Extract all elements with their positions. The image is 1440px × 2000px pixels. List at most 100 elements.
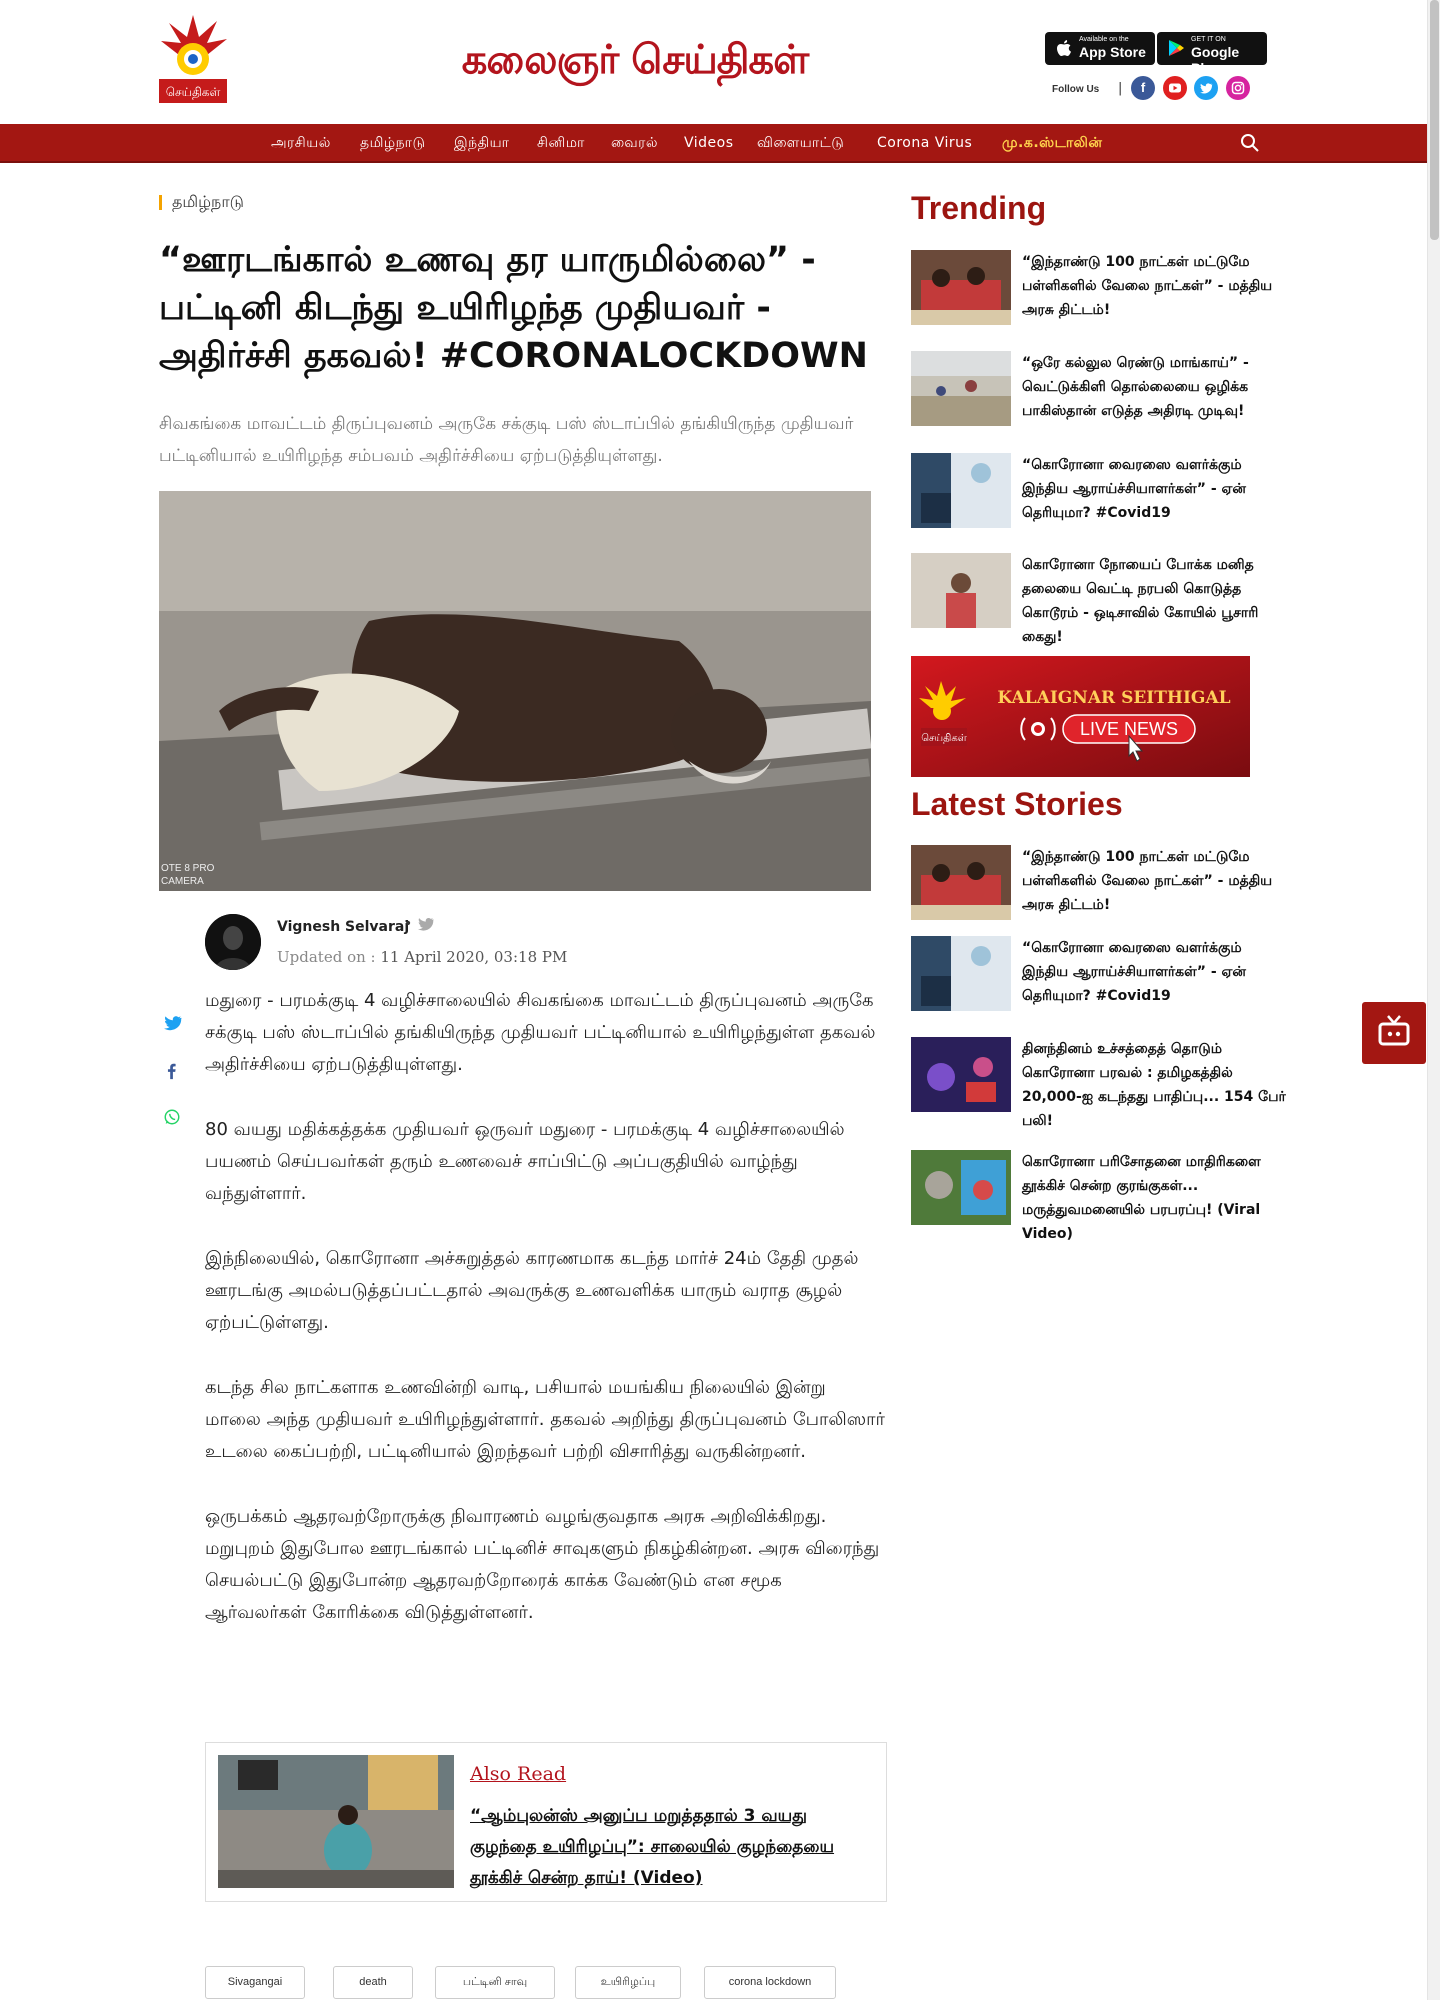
nav-item-cinema[interactable]: சினிமா (537, 124, 585, 163)
youtube-play-glyph (1169, 83, 1181, 93)
article-section[interactable]: தமிழ்நாடு (172, 192, 244, 213)
updated-value: 11 April 2020, 03:18 PM (380, 948, 568, 966)
article-tags: Sivagangai death பட்டினி சாவு உயிரிழப்பு… (205, 1966, 905, 2000)
scrollbar-thumb[interactable] (1430, 0, 1439, 240)
nav-item-india[interactable]: இந்தியா (454, 124, 509, 163)
banner-title: KALAIGNAR SEITHIGAL (997, 688, 1230, 708)
tag-chip[interactable]: corona lockdown (704, 1966, 836, 1999)
tv-icon (1378, 1015, 1410, 1046)
banner-logo-text: செய்திகள் (921, 733, 967, 744)
tag-chip[interactable]: death (333, 1966, 413, 1999)
thumb-lab (911, 453, 1011, 528)
thumb-classroom (911, 845, 1011, 920)
thumb-field (911, 351, 1011, 426)
trending-title[interactable]: “ஒரே கல்லுல ரெண்டு மாங்காய்” - வெட்டுக்க… (1022, 351, 1287, 423)
apple-icon (1057, 40, 1071, 56)
latest-thumbnail[interactable] (911, 936, 1011, 1011)
live-news-artwork: செய்திகள் KALAIGNAR SEITHIGAL LIVE NEWS (911, 656, 1250, 777)
trending-thumbnail[interactable] (911, 250, 1011, 325)
google-play-icon (1169, 40, 1184, 56)
youtube-icon[interactable] (1163, 76, 1187, 100)
author-avatar-photo (205, 914, 261, 970)
latest-thumbnail[interactable] (911, 845, 1011, 920)
nav-item-sports[interactable]: விளையாட்டு (757, 124, 844, 163)
latest-title[interactable]: “கொரோனா வைரஸை வளர்க்கும் இந்திய ஆராய்ச்ச… (1022, 936, 1287, 1008)
tag-chip[interactable]: பட்டினி சாவு (435, 1966, 555, 1999)
hero-watermark-2: CAMERA (161, 876, 204, 887)
instagram-icon[interactable] (1226, 76, 1250, 100)
google-play-button[interactable]: GET IT ON Google Play (1157, 32, 1267, 76)
app-store-small: Available on the (1079, 36, 1129, 43)
body-paragraph: 80 வயது மதிக்கத்தக்க முதியவர் ஒருவர் மது… (205, 1119, 845, 1204)
also-read-card[interactable]: Also Read “ஆம்புலன்ஸ் அனுப்ப மறுத்ததால் … (205, 1742, 887, 1902)
thumb-monkey (911, 1150, 1011, 1225)
trending-heading: Trending (911, 190, 1047, 226)
trending-title[interactable]: “இந்தாண்டு 100 நாட்கள் மட்டுமே பள்ளிகளில… (1022, 250, 1287, 322)
section-accent-bar (159, 195, 162, 210)
live-news-banner[interactable]: செய்திகள் KALAIGNAR SEITHIGAL LIVE NEWS (911, 656, 1250, 777)
main-nav: அரசியல் தமிழ்நாடு இந்தியா சினிமா வைரல் V… (0, 124, 1427, 163)
tag-chip[interactable]: Sivagangai (205, 1966, 305, 1999)
logo-text: செய்திகள் (166, 85, 221, 99)
also-read-image[interactable] (218, 1755, 454, 1888)
tag-chip[interactable]: உயிரிழப்பு (575, 1966, 681, 1999)
also-read-title[interactable]: “ஆம்புலன்ஸ் அனுப்ப மறுத்ததால் 3 வயது குழ… (470, 1801, 870, 1894)
trending-thumbnail[interactable] (911, 351, 1011, 426)
page-scrollbar[interactable] (1427, 0, 1440, 2000)
hero-watermark: OTE 8 PRO (161, 863, 215, 874)
nav-item-politics[interactable]: அரசியல் (271, 124, 331, 163)
also-read-photo (218, 1755, 454, 1888)
body-paragraph: ஒருபக்கம் ஆதரவற்றோருக்கு நிவாரணம் வழங்கு… (205, 1506, 880, 1623)
author-dot: • (404, 916, 413, 932)
author-name[interactable]: Vignesh Selvaraj (277, 919, 409, 935)
updated-label: Updated on : (277, 948, 376, 966)
nav-item-corona[interactable]: Corona Virus (877, 124, 972, 163)
updated-timestamp: Updated on : 11 April 2020, 03:18 PM (277, 948, 567, 966)
facebook-icon[interactable]: f (1131, 76, 1155, 100)
nav-item-videos[interactable]: Videos (684, 124, 734, 163)
site-header: செய்திகள் கலைஞர் செய்திகள் Available on … (0, 0, 1440, 124)
masthead-title[interactable]: கலைஞர் செய்திகள் (460, 28, 810, 92)
share-whatsapp-icon[interactable] (162, 1108, 182, 1126)
instagram-camera-glyph (1231, 81, 1245, 95)
app-store-big: App Store (1079, 44, 1146, 60)
latest-stories-heading: Latest Stories (911, 786, 1123, 822)
article-body: மதுரை - பரமக்குடி 4 வழிச்சாலையில் சிவகங்… (205, 985, 885, 1662)
share-facebook-icon[interactable] (162, 1062, 182, 1080)
author-twitter-icon[interactable] (416, 917, 434, 933)
latest-thumbnail[interactable] (911, 1037, 1011, 1112)
article-summary: சிவகங்கை மாவட்டம் திருப்புவனம் அருகே சக்… (159, 414, 854, 466)
thumb-classroom (911, 250, 1011, 325)
follow-separator: | (1118, 81, 1123, 96)
google-play-big: Google Play (1191, 44, 1240, 76)
twitter-icon[interactable] (1194, 76, 1218, 100)
share-twitter-icon[interactable] (162, 1015, 182, 1033)
nav-item-viral[interactable]: வைரல் (611, 124, 658, 163)
trending-thumbnail[interactable] (911, 453, 1011, 528)
thumb-temple (911, 553, 1011, 628)
live-tv-floating-button[interactable] (1362, 1002, 1426, 1064)
hero-photo-illustration: OTE 8 PRO CAMERA (159, 491, 871, 891)
latest-thumbnail[interactable] (911, 1150, 1011, 1225)
twitter-bird-glyph (1200, 83, 1213, 94)
latest-title[interactable]: கொரோனா பரிசோதனை மாதிரிகளை தூக்கிச் சென்ற… (1022, 1150, 1287, 1246)
trending-title[interactable]: “கொரோனா வைரஸை வளர்க்கும் இந்திய ஆராய்ச்ச… (1022, 453, 1287, 525)
article-hero-image: OTE 8 PRO CAMERA (159, 491, 871, 891)
trending-thumbnail[interactable] (911, 553, 1011, 628)
latest-title[interactable]: தினந்தினம் உச்சத்தைத் தொடும் கொரோனா பரவல… (1022, 1037, 1287, 1133)
site-logo[interactable]: செய்திகள் (159, 15, 227, 103)
body-paragraph: இந்நிலையில், கொரோனா அச்சுறுத்தல் காரணமாக… (205, 1248, 859, 1333)
nav-item-tamilnadu[interactable]: தமிழ்நாடு (360, 124, 425, 163)
author-avatar[interactable] (205, 914, 261, 970)
trending-title[interactable]: கொரோனா நோயைப் போக்க மனித தலையை வெட்டி நர… (1022, 553, 1287, 649)
google-play-small: GET IT ON (1191, 36, 1226, 43)
also-read-label[interactable]: Also Read (470, 1763, 566, 1785)
follow-us-label: Follow Us (1052, 84, 1100, 95)
body-paragraph: மதுரை - பரமக்குடி 4 வழிச்சாலையில் சிவகங்… (205, 990, 876, 1075)
article-headline: “ஊரடங்கால் உணவு தர யாருமில்லை” - பட்டினி… (159, 240, 868, 376)
app-store-button[interactable]: Available on the App Store (1045, 32, 1155, 65)
latest-title[interactable]: “இந்தாண்டு 100 நாட்கள் மட்டுமே பள்ளிகளில… (1022, 845, 1287, 917)
search-icon[interactable] (1240, 133, 1260, 153)
thumb-virus (911, 1037, 1011, 1112)
nav-item-stalin[interactable]: மு.க.ஸ்டாலின் (1002, 124, 1102, 163)
